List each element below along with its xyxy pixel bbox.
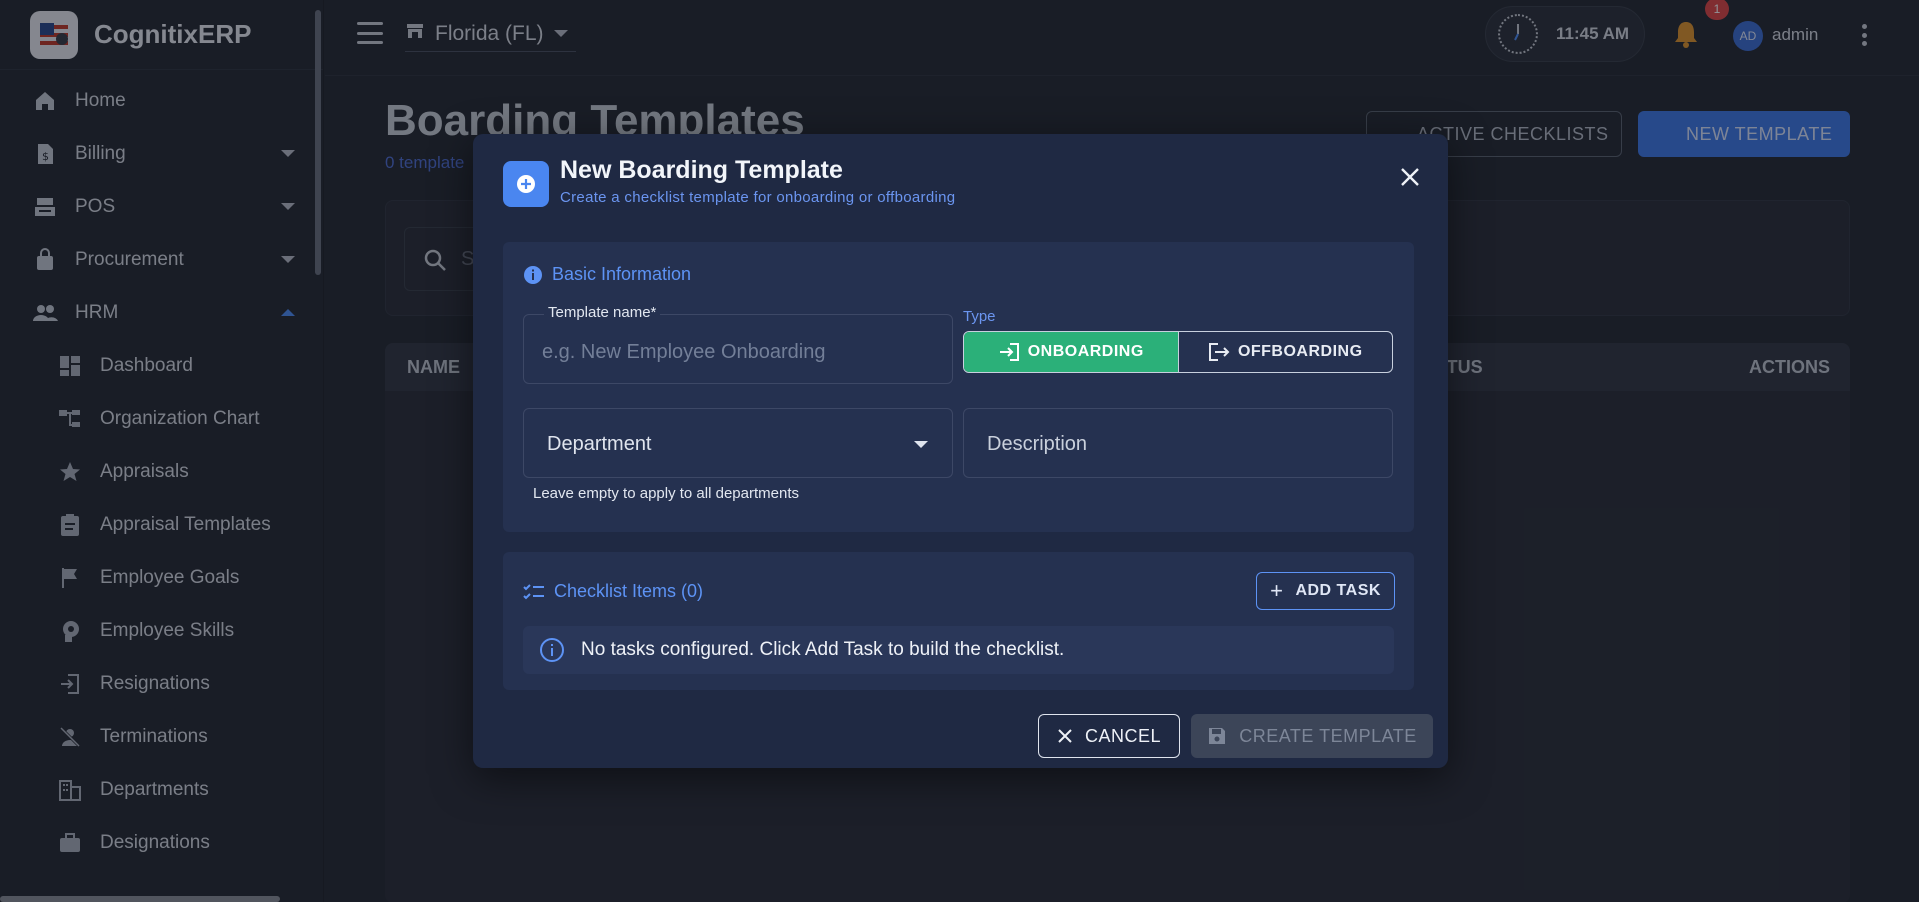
section-title: Checklist Items (0) bbox=[554, 581, 704, 601]
logout-icon bbox=[1208, 342, 1230, 362]
basic-information-section: Basic Information e.g. New Employee Onbo… bbox=[503, 242, 1414, 532]
dialog-title: New Boarding Template bbox=[560, 156, 843, 184]
save-icon bbox=[1207, 726, 1227, 746]
cancel-button[interactable]: CANCEL bbox=[1038, 714, 1180, 758]
create-template-button[interactable]: CREATE TEMPLATE bbox=[1191, 714, 1433, 758]
department-select[interactable]: Department bbox=[523, 408, 953, 478]
login-icon bbox=[998, 342, 1020, 362]
section-header: Basic Information bbox=[523, 264, 691, 285]
onboarding-label: ONBOARDING bbox=[1027, 343, 1144, 360]
info-icon bbox=[523, 265, 543, 285]
offboarding-option[interactable]: OFFBOARDING bbox=[1177, 332, 1393, 372]
onboarding-option[interactable]: ONBOARDING bbox=[964, 332, 1178, 372]
type-toggle: ONBOARDING OFFBOARDING bbox=[963, 331, 1393, 373]
checklist-section: Checklist Items (0) + ADD TASK No tasks … bbox=[503, 552, 1414, 690]
empty-state-alert: No tasks configured. Click Add Task to b… bbox=[523, 626, 1394, 674]
offboarding-label: OFFBOARDING bbox=[1237, 343, 1363, 360]
add-task-button[interactable]: + ADD TASK bbox=[1256, 572, 1395, 610]
section-title: Basic Information bbox=[552, 264, 692, 284]
chevron-down-icon bbox=[914, 441, 928, 448]
info-outline-icon bbox=[539, 637, 565, 663]
description-field[interactable]: Description bbox=[963, 408, 1393, 478]
dialog-subtitle: Create a checklist template for onboardi… bbox=[560, 189, 956, 206]
close-icon bbox=[1057, 728, 1073, 744]
cancel-label: CANCEL bbox=[1084, 725, 1162, 746]
template-name-placeholder: e.g. New Employee Onboarding bbox=[542, 341, 826, 363]
empty-state-message: No tasks configured. Click Add Task to b… bbox=[581, 639, 1065, 660]
plus-icon: + bbox=[1270, 578, 1284, 603]
add-circle-icon bbox=[503, 161, 549, 207]
type-label: Type bbox=[963, 308, 996, 325]
new-template-dialog: New Boarding Template Create a checklist… bbox=[473, 134, 1448, 768]
create-template-label: CREATE TEMPLATE bbox=[1239, 725, 1417, 746]
description-label: Description bbox=[987, 433, 1088, 455]
section-header: Checklist Items (0) bbox=[523, 581, 703, 602]
close-icon[interactable] bbox=[1395, 162, 1425, 192]
department-label: Department bbox=[547, 433, 652, 455]
template-name-field[interactable]: e.g. New Employee Onboarding bbox=[523, 314, 953, 384]
department-helper-text: Leave empty to apply to all departments bbox=[533, 485, 799, 502]
template-name-label: Template name* bbox=[544, 304, 661, 321]
add-task-label: ADD TASK bbox=[1295, 582, 1381, 599]
checklist-icon bbox=[523, 582, 545, 602]
